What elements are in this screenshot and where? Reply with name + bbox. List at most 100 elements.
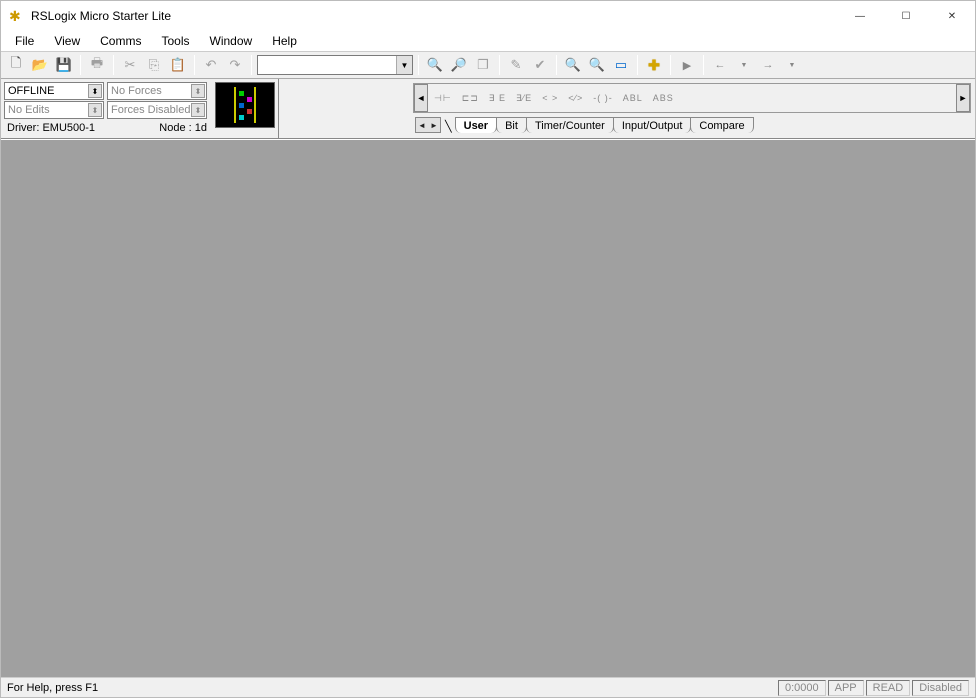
instr-abl[interactable]: ABL — [623, 93, 643, 103]
verify-project-button[interactable]: ✔ — [529, 54, 551, 76]
forces-enable-dropdown[interactable]: Forces Disabled ⬍ — [107, 101, 207, 119]
menu-tools[interactable]: Tools — [151, 32, 199, 50]
instr-branch[interactable]: ⊏⊐ — [462, 93, 479, 104]
toolbar-separator — [194, 55, 195, 75]
find-button[interactable]: 🔍 — [424, 54, 446, 76]
menu-comms[interactable]: Comms — [90, 32, 151, 50]
redo-icon: ↷ — [230, 57, 241, 73]
find-all-button[interactable]: ❐ — [472, 54, 494, 76]
toolbar-separator — [418, 55, 419, 75]
new-button[interactable]: 🗋 — [5, 54, 27, 76]
find-all-icon: ❐ — [477, 57, 489, 73]
undo-button[interactable]: ↶ — [200, 54, 222, 76]
instr-otu[interactable]: <∕> — [568, 93, 583, 103]
zoom-out-icon: 🔍 — [589, 57, 605, 73]
palette-instructions: ⊣⊢ ⊏⊐ ∃ E ∃⁄E < > <∕> -( )- ABL ABS — [428, 93, 680, 104]
cut-button[interactable]: ✂ — [119, 54, 141, 76]
new-file-icon: 🗋 — [11, 54, 21, 76]
arrow-right-icon: → — [763, 59, 774, 71]
add-button[interactable]: ✚ — [643, 54, 665, 76]
app-icon: ✱ — [9, 8, 25, 24]
open-button[interactable]: 📂 — [29, 54, 51, 76]
nav-fwd-menu[interactable]: ▼ — [781, 54, 803, 76]
tab-nav-left[interactable]: ◄ — [416, 118, 428, 132]
status-address: 0:0000 — [778, 680, 826, 696]
verify-icon: ✎ — [511, 57, 522, 73]
address-combo[interactable]: ▼ — [257, 55, 413, 75]
menu-file[interactable]: File — [5, 32, 44, 50]
toggle-view-button[interactable]: ▭ — [610, 54, 632, 76]
nav-fwd-button[interactable]: → — [757, 54, 779, 76]
toolbar-separator — [499, 55, 500, 75]
instruction-palette: ◄ ⊣⊢ ⊏⊐ ∃ E ∃⁄E < > <∕> -( )- ABL ABS ► — [413, 83, 971, 113]
forces-status-label: No Forces — [111, 85, 162, 97]
instruction-toolbox: ◄ ⊣⊢ ⊏⊐ ∃ E ∃⁄E < > <∕> -( )- ABL ABS ► … — [409, 79, 975, 138]
window-icon: ▭ — [615, 57, 627, 73]
toolbar-separator — [113, 55, 114, 75]
save-button[interactable]: 💾 — [53, 54, 75, 76]
menu-help[interactable]: Help — [262, 32, 307, 50]
copy-icon: ⎘ — [149, 57, 159, 73]
verify-button[interactable]: ✎ — [505, 54, 527, 76]
edits-status-dropdown[interactable]: No Edits ⬍ — [4, 101, 104, 119]
status-rw: READ — [866, 680, 911, 696]
instr-xio[interactable]: ∃⁄E — [516, 93, 532, 104]
zoom-out-button[interactable]: 🔍 — [586, 54, 608, 76]
title-bar: ✱ RSLogix Micro Starter Lite — ☐ ✕ — [1, 1, 975, 31]
instr-rung[interactable]: ⊣⊢ — [434, 93, 452, 104]
play-icon: ▶ — [683, 59, 691, 72]
dropdown-arrow-icon: ⬍ — [191, 103, 205, 117]
palette-scroll-left[interactable]: ◄ — [414, 84, 428, 112]
redo-button[interactable]: ↷ — [224, 54, 246, 76]
tab-bit[interactable]: Bit — [496, 117, 527, 133]
instr-abs[interactable]: ABS — [653, 93, 674, 103]
status-panel: OFFLINE ⬍ No Forces ⬍ No Edits ⬍ Forces … — [1, 79, 279, 138]
close-icon: ✕ — [948, 11, 956, 22]
tab-compare[interactable]: Compare — [690, 117, 753, 133]
print-button[interactable]: 🖶 — [86, 54, 108, 76]
dropdown-arrow-icon: ⬍ — [88, 84, 102, 98]
node-label: Node : — [159, 122, 191, 134]
menu-window[interactable]: Window — [200, 32, 263, 50]
status-help-text: For Help, press F1 — [7, 682, 776, 694]
nav-back-menu[interactable]: ▼ — [733, 54, 755, 76]
toolbar-separator — [670, 55, 671, 75]
mdi-workspace — [1, 139, 975, 677]
tab-user[interactable]: User — [455, 117, 497, 133]
instr-xic[interactable]: ∃ E — [489, 93, 506, 104]
zoom-in-icon: 🔍 — [565, 57, 581, 73]
maximize-button[interactable]: ☐ — [883, 1, 929, 31]
instr-otl[interactable]: -( )- — [593, 93, 613, 103]
paste-button[interactable]: 📋 — [167, 54, 189, 76]
chevron-down-icon: ▼ — [401, 61, 409, 70]
arrow-left-icon: ← — [715, 59, 726, 71]
forces-status-dropdown[interactable]: No Forces ⬍ — [107, 82, 207, 100]
instruction-tabstrip: ◄ ► ╲ User Bit Timer/Counter Input/Outpu… — [413, 115, 971, 133]
step-button[interactable]: ▶ — [676, 54, 698, 76]
spacer — [279, 79, 409, 138]
driver-info: Driver: EMU500-1 Node : 1d — [4, 120, 210, 136]
tab-input-output[interactable]: Input/Output — [613, 117, 692, 133]
zoom-in-button[interactable]: 🔍 — [562, 54, 584, 76]
tab-nav-buttons: ◄ ► — [415, 117, 441, 133]
find-next-icon: 🔎 — [451, 57, 467, 73]
driver-value: EMU500-1 — [42, 122, 95, 134]
palette-scroll-right[interactable]: ► — [956, 84, 970, 112]
address-combo-dropdown[interactable]: ▼ — [396, 56, 412, 74]
status-force: Disabled — [912, 680, 969, 696]
tab-timer-counter[interactable]: Timer/Counter — [526, 117, 614, 133]
copy-button[interactable]: ⎘ — [143, 54, 165, 76]
minimize-button[interactable]: — — [837, 1, 883, 31]
online-status-dropdown[interactable]: OFFLINE ⬍ — [4, 82, 104, 100]
find-next-button[interactable]: 🔎 — [448, 54, 470, 76]
instr-ote[interactable]: < > — [542, 93, 558, 103]
driver-label: Driver: — [7, 122, 39, 134]
forces-enable-label: Forces Disabled — [111, 104, 190, 116]
close-button[interactable]: ✕ — [929, 1, 975, 31]
window-title: RSLogix Micro Starter Lite — [31, 9, 837, 23]
tab-nav-right[interactable]: ► — [428, 118, 440, 132]
toolbar-separator — [637, 55, 638, 75]
nav-back-button[interactable]: ← — [709, 54, 731, 76]
menu-view[interactable]: View — [44, 32, 90, 50]
paste-icon: 📋 — [170, 57, 186, 73]
